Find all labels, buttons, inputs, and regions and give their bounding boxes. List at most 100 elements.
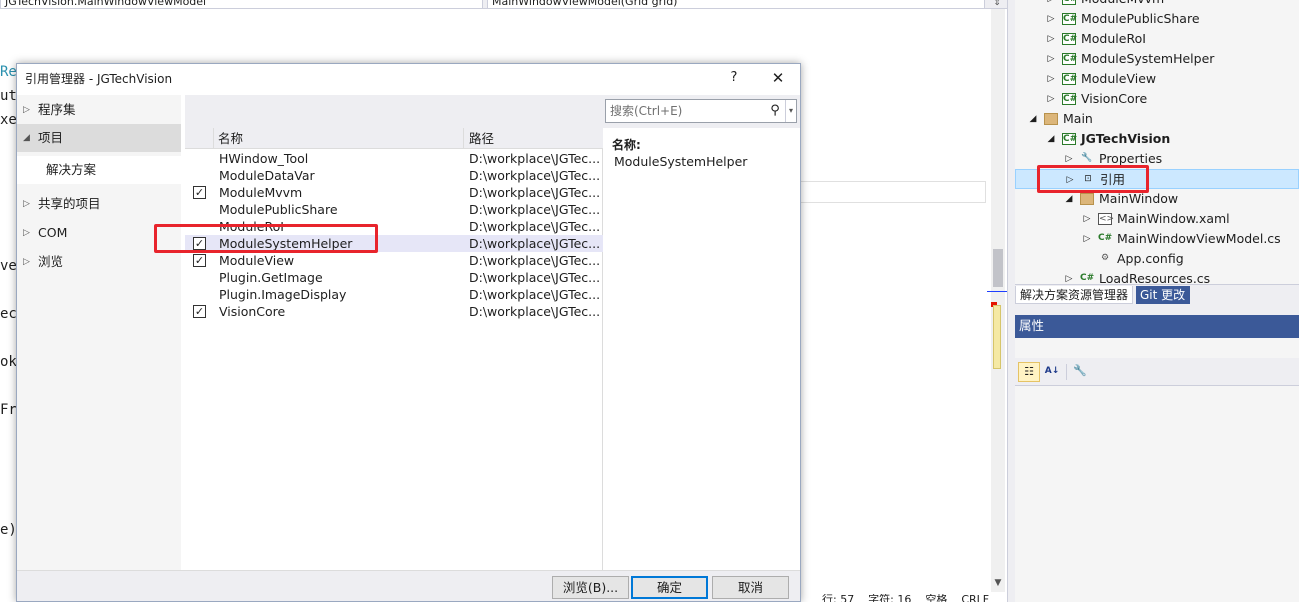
collapsed-arrow-icon[interactable]: ▷ [23, 190, 30, 218]
tree-item[interactable]: ◢ MainWindow [1015, 189, 1299, 209]
tree-item[interactable]: ⚙ App.config [1015, 249, 1299, 269]
reference-checkbox[interactable] [193, 271, 206, 284]
table-row[interactable]: ✓ ModuleView D:\workplace\JGTec... [185, 252, 603, 269]
cancel-button[interactable]: 取消 [712, 576, 789, 599]
collapsed-arrow-icon[interactable]: ▷ [1045, 69, 1057, 89]
expanded-arrow-icon[interactable]: ◢ [23, 124, 30, 152]
tree-item[interactable]: ▷ C# ModulePublicShare [1015, 9, 1299, 29]
reference-checkbox[interactable]: ✓ [193, 186, 206, 199]
search-input[interactable] [608, 100, 766, 122]
collapsed-arrow-icon[interactable]: ▷ [1063, 269, 1075, 284]
collapsed-arrow-icon[interactable]: ▷ [1064, 170, 1076, 190]
reference-checkbox[interactable]: ✓ [193, 237, 206, 250]
reference-checkbox[interactable] [193, 288, 206, 301]
collapsed-arrow-icon[interactable]: ▷ [1063, 149, 1075, 169]
collapsed-arrow-icon[interactable]: ▷ [1045, 9, 1057, 29]
nav-browse[interactable]: ▷ 浏览 [17, 248, 181, 276]
member-nav-combo[interactable]: MainWindowViewModel(Grid grid) [487, 0, 985, 9]
properties-panel: ☷ A↓ 🔧 [1015, 338, 1299, 602]
details-pane: 名称: ModuleSystemHelper [604, 128, 800, 575]
collapsed-arrow-icon[interactable]: ▷ [1045, 0, 1057, 9]
tree-item[interactable]: ▷ C# ModuleMvvm [1015, 0, 1299, 9]
reference-checkbox[interactable] [193, 152, 206, 165]
tab-git-changes[interactable]: Git 更改 [1136, 286, 1190, 304]
alphabetical-icon[interactable]: A↓ [1041, 362, 1063, 382]
table-row[interactable]: Plugin.ImageDisplay D:\workplace\JGTec... [185, 286, 603, 303]
tab-solution-explorer[interactable]: 解决方案资源管理器 [1015, 286, 1133, 304]
project-path-cell: D:\workplace\JGTec... [469, 253, 599, 268]
tree-item[interactable]: ▷ <> MainWindow.xaml [1015, 209, 1299, 229]
expanded-arrow-icon[interactable]: ◢ [1045, 129, 1057, 149]
tree-item[interactable]: ▷ C# MainWindowViewModel.cs [1015, 229, 1299, 249]
nav-item-label: 浏览 [38, 254, 64, 269]
csharp-project-icon: C# [1062, 133, 1078, 145]
reference-checkbox[interactable] [193, 220, 206, 233]
categorized-icon[interactable]: ☷ [1018, 362, 1040, 382]
property-pages-icon[interactable]: 🔧 [1069, 362, 1091, 382]
collapsed-arrow-icon[interactable]: ▷ [1081, 209, 1093, 229]
help-button[interactable]: ? [723, 66, 745, 90]
browse-button[interactable]: 浏览(B)... [552, 576, 629, 599]
expanded-arrow-icon[interactable]: ◢ [1027, 109, 1039, 129]
tree-item[interactable]: ▷ C# LoadResources.cs [1015, 269, 1299, 284]
scrollbar-thumb[interactable] [993, 249, 1003, 287]
reference-checkbox[interactable] [193, 203, 206, 216]
tree-item[interactable]: ▷ C# ModuleRoI [1015, 29, 1299, 49]
collapsed-arrow-icon[interactable]: ▷ [1045, 29, 1057, 49]
tree-item-label: VisionCore [1081, 91, 1148, 106]
tree-item-label: ModuleRoI [1081, 31, 1146, 46]
type-nav-combo[interactable]: JGTechVision.MainWindowViewModel [0, 0, 483, 9]
table-row[interactable]: ModuleRoI D:\workplace\JGTec... [185, 218, 603, 235]
nav-projects[interactable]: ◢ 项目 [17, 124, 181, 152]
search-icon[interactable]: ⚲ [766, 102, 784, 120]
split-icon[interactable]: ⇕ [989, 0, 1005, 9]
nav-com[interactable]: ▷ COM [17, 219, 181, 247]
table-row[interactable]: ✓ ModuleSystemHelper D:\workplace\JGTec... [185, 235, 603, 252]
collapsed-arrow-icon[interactable]: ▷ [1081, 229, 1093, 249]
solution-explorer: ▷C#ModuleMvvm▷C#ModulePublicShare▷C#Modu… [1015, 0, 1299, 284]
csharp-project-icon: C# [1062, 33, 1078, 45]
expanded-arrow-icon[interactable]: ◢ [1063, 189, 1075, 209]
project-path-cell: D:\workplace\JGTec... [469, 168, 599, 183]
tree-item[interactable]: ◢ Main [1015, 109, 1299, 129]
toolbar-separator [1066, 364, 1067, 380]
editor-scrollbar[interactable] [987, 9, 1009, 592]
table-row[interactable]: Plugin.GetImage D:\workplace\JGTec... [185, 269, 603, 286]
scroll-down-icon[interactable]: ▼ [991, 578, 1005, 590]
tree-item[interactable]: ▷ C# VisionCore [1015, 89, 1299, 109]
chevron-down-icon[interactable]: ▾ [785, 100, 796, 122]
code-line: xe [0, 112, 17, 128]
table-row[interactable]: ✓ ModuleMvvm D:\workplace\JGTec... [185, 184, 603, 201]
ok-button[interactable]: 确定 [631, 576, 708, 599]
table-row[interactable]: ModuleDataVar D:\workplace\JGTec... [185, 167, 603, 184]
nav-assemblies[interactable]: ▷ 程序集 [17, 96, 181, 124]
nav-solution[interactable]: 解决方案 [17, 156, 181, 184]
collapsed-arrow-icon[interactable]: ▷ [1045, 49, 1057, 69]
tree-item[interactable]: ▷ ⊡ 引用 [1015, 169, 1299, 189]
collapsed-arrow-icon[interactable]: ▷ [23, 219, 30, 247]
project-name-cell: ModuleSystemHelper [219, 236, 353, 251]
table-row[interactable]: HWindow_Tool D:\workplace\JGTec... [185, 150, 603, 167]
find-box[interactable] [800, 181, 986, 203]
collapsed-arrow-icon[interactable]: ▷ [23, 96, 30, 124]
tree-item[interactable]: ▷ C# ModuleView [1015, 69, 1299, 89]
collapsed-arrow-icon[interactable]: ▷ [23, 248, 30, 276]
collapsed-arrow-icon[interactable]: ▷ [1045, 89, 1057, 109]
code-line: Fr [0, 402, 17, 418]
nav-item-label: 项目 [38, 130, 64, 145]
table-row[interactable]: ✓ VisionCore D:\workplace\JGTec... [185, 303, 603, 320]
nav-shared[interactable]: ▷ 共享的项目 [17, 190, 181, 218]
tree-item[interactable]: ▷ C# ModuleSystemHelper [1015, 49, 1299, 69]
tree-item[interactable]: ◢ C# JGTechVision [1015, 129, 1299, 149]
column-header-name[interactable]: 名称 [218, 128, 243, 149]
column-header-path[interactable]: 路径 [469, 128, 494, 149]
panel-splitter[interactable] [1007, 0, 1015, 602]
search-box: ⚲ ▾ [605, 99, 797, 123]
table-row[interactable]: ModulePublicShare D:\workplace\JGTec... [185, 201, 603, 218]
reference-checkbox[interactable]: ✓ [193, 305, 206, 318]
tree-item[interactable]: ▷ 🔧 Properties [1015, 149, 1299, 169]
close-button[interactable]: ✕ [765, 66, 791, 90]
reference-checkbox[interactable] [193, 169, 206, 182]
column-separator[interactable] [463, 128, 464, 149]
reference-checkbox[interactable]: ✓ [193, 254, 206, 267]
